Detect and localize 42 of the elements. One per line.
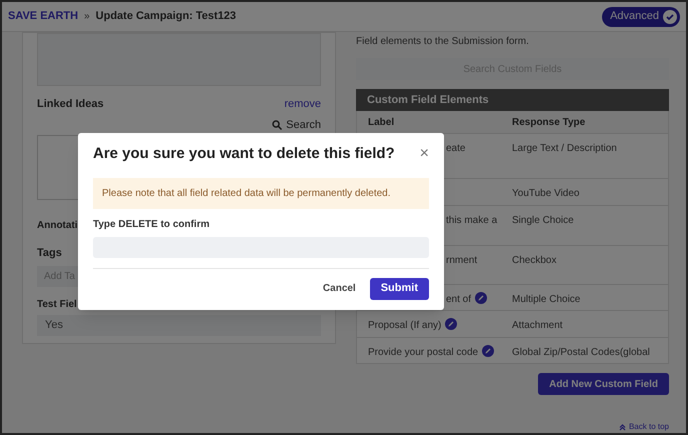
edit-icon[interactable] bbox=[482, 345, 494, 357]
intro-text: Field elements to the Submission form. bbox=[356, 35, 530, 49]
test-field-label: Test Fiel bbox=[37, 298, 77, 312]
table-header: Custom Field Elements bbox=[356, 89, 669, 111]
column-header: Response Type bbox=[512, 116, 586, 130]
page-title: Update Campaign: Test123 bbox=[96, 9, 236, 24]
edit-icon[interactable] bbox=[445, 318, 458, 330]
search-button[interactable]: Search bbox=[272, 116, 321, 133]
dialog-title: Are you sure you want to delete this field? bbox=[93, 144, 395, 164]
submit-button[interactable]: Submit bbox=[370, 278, 429, 300]
table-cell-text: Proposal (If any) bbox=[368, 319, 442, 333]
warning-notice: Please note that all field related data will be permanently deleted. bbox=[93, 178, 429, 208]
table-cell-text: this make a bbox=[446, 214, 498, 228]
table-cell-text: Multiple Choice bbox=[512, 293, 580, 307]
column-header: Label bbox=[367, 116, 396, 130]
table-cell-text: Attachment bbox=[512, 319, 563, 333]
linked-ideas-label: Linked Ideas bbox=[37, 97, 104, 112]
add-custom-field-button[interactable]: Add New Custom Field bbox=[538, 373, 669, 395]
breadcrumb-separator: » bbox=[84, 10, 90, 24]
check-icon bbox=[663, 10, 677, 24]
edit-icon[interactable] bbox=[475, 292, 488, 304]
table-cell-text: YouTube Video bbox=[512, 187, 580, 201]
table-cell-text: Checkbox bbox=[512, 254, 556, 268]
table-cell-text: eate bbox=[446, 142, 466, 156]
search-icon bbox=[272, 120, 282, 130]
advanced-toggle[interactable]: Advanced bbox=[602, 6, 680, 26]
table-cell-text: Global Zip/Postal Codes(global bbox=[512, 346, 650, 360]
table-cell-text: rnment bbox=[446, 254, 478, 268]
close-button[interactable]: × bbox=[420, 146, 429, 162]
brand-link[interactable]: SAVE EARTH bbox=[8, 8, 78, 25]
confirm-label: Type DELETE to confirm bbox=[93, 218, 210, 232]
back-to-top-link[interactable]: Back to top bbox=[618, 421, 669, 433]
cancel-button[interactable]: Cancel bbox=[322, 281, 356, 296]
table-cell-text: Provide your postal code bbox=[368, 346, 478, 360]
remove-link[interactable]: remove bbox=[284, 96, 321, 112]
tags-label: Tags bbox=[37, 246, 62, 261]
test-field-select[interactable]: Yes bbox=[37, 314, 321, 336]
table-cell-text: ent of bbox=[446, 293, 472, 307]
annotations-label: Annotati bbox=[37, 219, 78, 233]
table-cell-text: Large Text / Description bbox=[512, 142, 617, 156]
table-cell-text: Single Choice bbox=[512, 214, 574, 228]
double-caret-icon bbox=[618, 424, 626, 430]
